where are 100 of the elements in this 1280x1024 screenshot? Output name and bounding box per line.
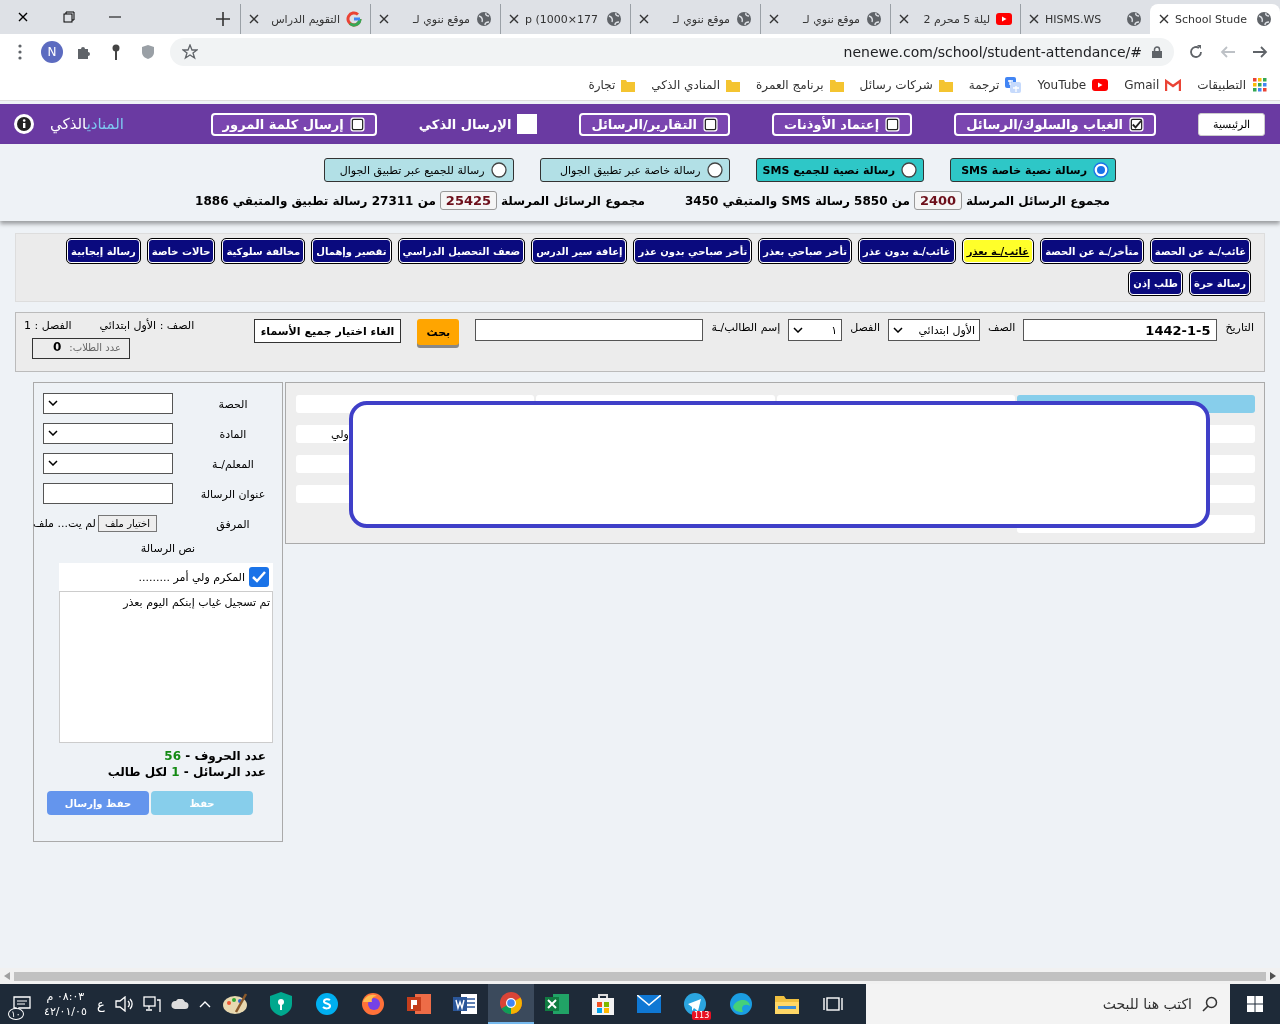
spreadsheet-icon — [545, 993, 569, 1015]
bookmark[interactable]: برنامج العمرة — [756, 78, 844, 92]
notification-badge: 113 — [692, 1011, 712, 1020]
sent-count: 25425 — [439, 191, 498, 210]
category-button[interactable]: غائب/ـة بعذر — [962, 239, 1034, 263]
close-icon — [379, 14, 389, 24]
dropdown-caret-icon — [48, 400, 58, 406]
category-button[interactable]: غائب/ـة عن الحصة — [1150, 239, 1250, 263]
dropdown-caret-icon — [793, 327, 804, 333]
bookmark[interactable]: شركات رسائل — [859, 78, 953, 92]
bookmark[interactable]: YouTube — [1037, 78, 1109, 92]
checkbox[interactable] — [517, 114, 538, 134]
clear-selection-button[interactable]: الغاء اختيار جميع الأسماء — [253, 319, 402, 343]
grade-select[interactable]: الأول ابتدائي — [888, 319, 981, 341]
nav-tab[interactable]: إرسال كلمة المرور — [210, 112, 377, 136]
field-label: إسم الطالب/ـة — [711, 320, 781, 334]
palette-icon — [222, 992, 248, 1016]
browser-wave-icon — [729, 992, 753, 1016]
clock[interactable]: ٠٨:٠٣ م ٤٢/٠١/٠٥ — [44, 989, 87, 1019]
nav-tab[interactable]: إعتماد الأوذنات — [772, 112, 913, 136]
bookmark[interactable]: تجارة — [588, 78, 636, 92]
category-button[interactable]: حالات خاصة — [147, 239, 215, 263]
radio-button[interactable] — [1093, 162, 1109, 178]
shield-icon — [142, 45, 154, 59]
scroll-right-icon — [1270, 972, 1276, 980]
category-button[interactable]: متأخر/ـة عن الحصة — [1041, 239, 1143, 263]
globe-icon — [1256, 11, 1272, 27]
category-button[interactable]: طلب إذن — [1129, 271, 1182, 295]
category-button[interactable]: تأخر صباحي بعذر — [759, 239, 851, 263]
field-label: المادة — [218, 426, 248, 441]
checkbox[interactable] — [349, 116, 365, 132]
language-indicator[interactable]: ع — [96, 996, 105, 1012]
home-button[interactable]: الرئيسية — [1198, 112, 1265, 136]
category-button[interactable]: تقصير وإهمال — [312, 239, 391, 263]
checkbox[interactable] — [249, 567, 269, 587]
dropdown-caret-icon — [48, 460, 58, 466]
dropdown[interactable] — [43, 452, 173, 474]
folder-icon — [621, 78, 636, 92]
message-textarea[interactable]: تم تسجيل غياب إبنكم اليوم بعذر — [59, 591, 273, 743]
category-button[interactable]: إعاقة سير الدرس — [532, 239, 627, 263]
scrollbar[interactable] — [0, 968, 1280, 984]
category-button[interactable]: رسالة إيجابية — [67, 239, 140, 263]
bookmark[interactable]: التطبيقات — [1197, 77, 1268, 93]
bookmark[interactable]: المنادي الذكي — [651, 78, 741, 92]
folder-icon — [938, 78, 953, 92]
radio-button[interactable] — [706, 162, 723, 178]
dropdown[interactable] — [43, 392, 173, 414]
address-bar[interactable]: nenewe.com/school/student-attendance/# — [170, 38, 1174, 66]
checkbox[interactable] — [703, 116, 719, 132]
translate-icon — [1005, 77, 1022, 93]
video-play-icon — [996, 13, 1012, 25]
browser-tab[interactable]: School Stude — [1150, 4, 1280, 34]
folder-icon — [775, 994, 799, 1014]
message-type-option[interactable]: رسالة للجميع عبر تطبيق الجوال — [323, 158, 514, 182]
dropdown[interactable] — [43, 422, 173, 444]
greeting-label: المكرم ولي أمر ......... — [138, 570, 245, 584]
forward-arrow-icon — [1220, 44, 1236, 60]
checkbox[interactable] — [885, 116, 901, 132]
bookmark[interactable]: ترجمة — [968, 77, 1022, 93]
close-icon — [249, 14, 259, 24]
category-button[interactable]: غائب/ـة بدون عذر — [858, 239, 955, 263]
nav-tab[interactable]: التقارير/الرسائل — [579, 112, 731, 136]
radio-button[interactable] — [901, 162, 917, 178]
presentation-icon — [407, 993, 431, 1015]
close-icon — [18, 12, 28, 22]
stat-text: من 27311 رسالة تطبيق والمتبقي 1886 — [195, 193, 436, 208]
profile-avatar[interactable]: N — [41, 41, 63, 63]
message-type-option[interactable]: رسالة خاصة عبر تطبيق الجوال — [539, 158, 730, 182]
student-name-field[interactable] — [475, 319, 704, 341]
class-select[interactable]: ١ — [788, 319, 843, 341]
input-field[interactable] — [43, 482, 173, 504]
puzzle-icon — [76, 44, 92, 60]
category-button[interactable]: مخالفة سلوكية — [222, 239, 305, 263]
nav-tab[interactable]: الغياب والسلوك/الرسائل — [954, 112, 1156, 136]
checkbox[interactable] — [1129, 116, 1144, 132]
taskbar-app[interactable]: 113 — [672, 984, 718, 1024]
bookmark[interactable]: Gmail — [1124, 78, 1182, 92]
field-label: الفصل — [850, 320, 881, 334]
radio-button[interactable] — [490, 162, 507, 178]
star-icon — [182, 44, 198, 60]
search-icon — [1202, 996, 1218, 1012]
field-label: المرفق — [215, 516, 251, 531]
category-button[interactable]: تأخر صباحي بدون عذر — [634, 239, 752, 263]
back-arrow-icon — [1252, 44, 1268, 60]
field-label: الصف — [988, 320, 1016, 334]
category-button[interactable]: ضعف التحصيل الدراسي — [398, 239, 525, 263]
message-type-option[interactable]: رسالة نصية للجميع SMS — [755, 158, 924, 182]
search-field[interactable]: اكتب هنا للبحث — [866, 984, 1230, 1024]
restore-icon — [63, 11, 75, 23]
choose-file-button[interactable]: اختيار ملف — [97, 514, 158, 532]
reload-icon — [1188, 44, 1204, 60]
category-button[interactable]: رسالة حرة — [1190, 271, 1250, 295]
cloud-icon — [170, 999, 189, 1009]
video-play-icon — [1092, 79, 1109, 91]
search-button[interactable]: بحث — [417, 319, 460, 345]
message-type-option[interactable]: رسالة نصية خاصة SMS — [950, 158, 1116, 182]
date-field[interactable]: 1442-1-5 — [1023, 319, 1218, 341]
info-icon — [14, 114, 34, 134]
message-icon — [13, 996, 31, 1012]
paper-plane-icon — [683, 992, 707, 1016]
